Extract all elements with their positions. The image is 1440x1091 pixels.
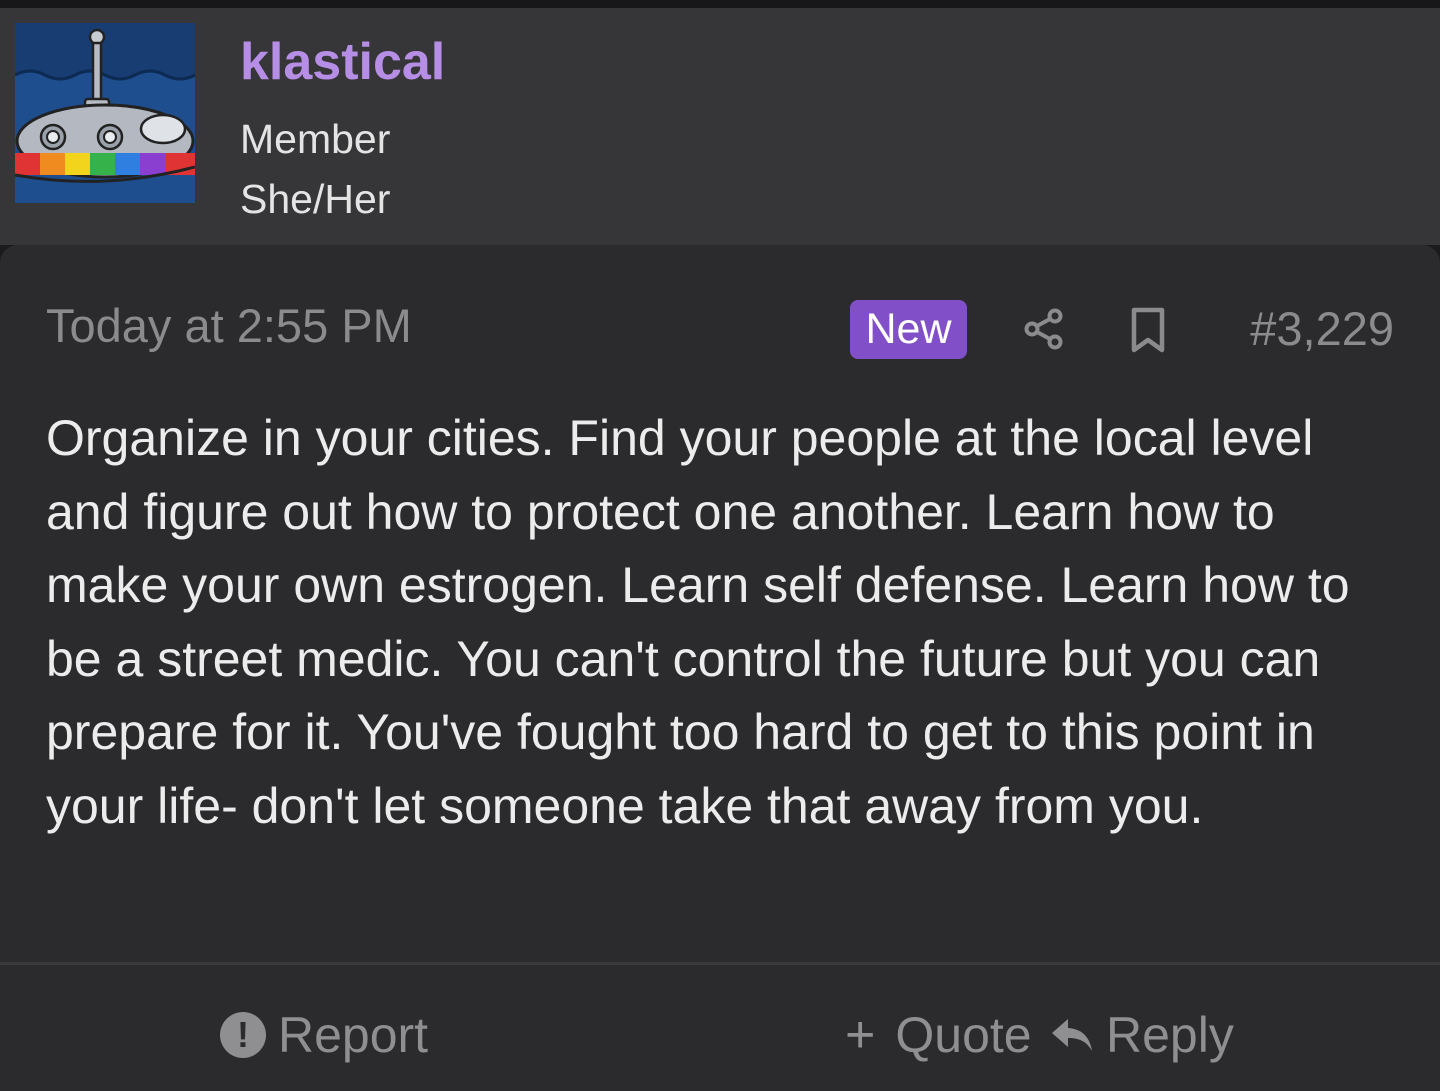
report-button[interactable]: ! Report (220, 1005, 428, 1065)
post-card: Today at 2:55 PM New #3,229 Organize in … (0, 245, 1440, 1091)
post-body: Organize in your cities. Find your peopl… (46, 410, 1350, 834)
plus-icon: + (845, 1006, 876, 1064)
top-strip (0, 0, 1440, 8)
exclamation-circle-icon: ! (220, 1012, 266, 1058)
post-number-link[interactable]: #3,229 (1250, 301, 1394, 356)
quote-button[interactable]: + Quote (845, 1005, 1032, 1065)
avatar[interactable] (15, 23, 195, 203)
user-header: klastical Member She/Her (0, 8, 1440, 245)
submarine-avatar-image (15, 23, 195, 203)
reply-arrow-icon (1052, 1019, 1092, 1051)
new-badge: New (850, 300, 967, 359)
footer-divider (0, 962, 1440, 965)
user-title: Member (240, 116, 391, 162)
username-link[interactable]: klastical (240, 32, 445, 92)
report-label: Report (278, 1007, 429, 1063)
reply-label: Reply (1106, 1007, 1234, 1063)
user-pronouns: She/Her (240, 176, 391, 222)
quote-label: Quote (895, 1007, 1032, 1063)
post-timestamp[interactable]: Today at 2:55 PM (46, 298, 412, 353)
bookmark-icon[interactable] (1128, 307, 1168, 353)
share-icon[interactable] (1022, 307, 1066, 351)
reply-button[interactable]: Reply (1050, 1005, 1234, 1065)
